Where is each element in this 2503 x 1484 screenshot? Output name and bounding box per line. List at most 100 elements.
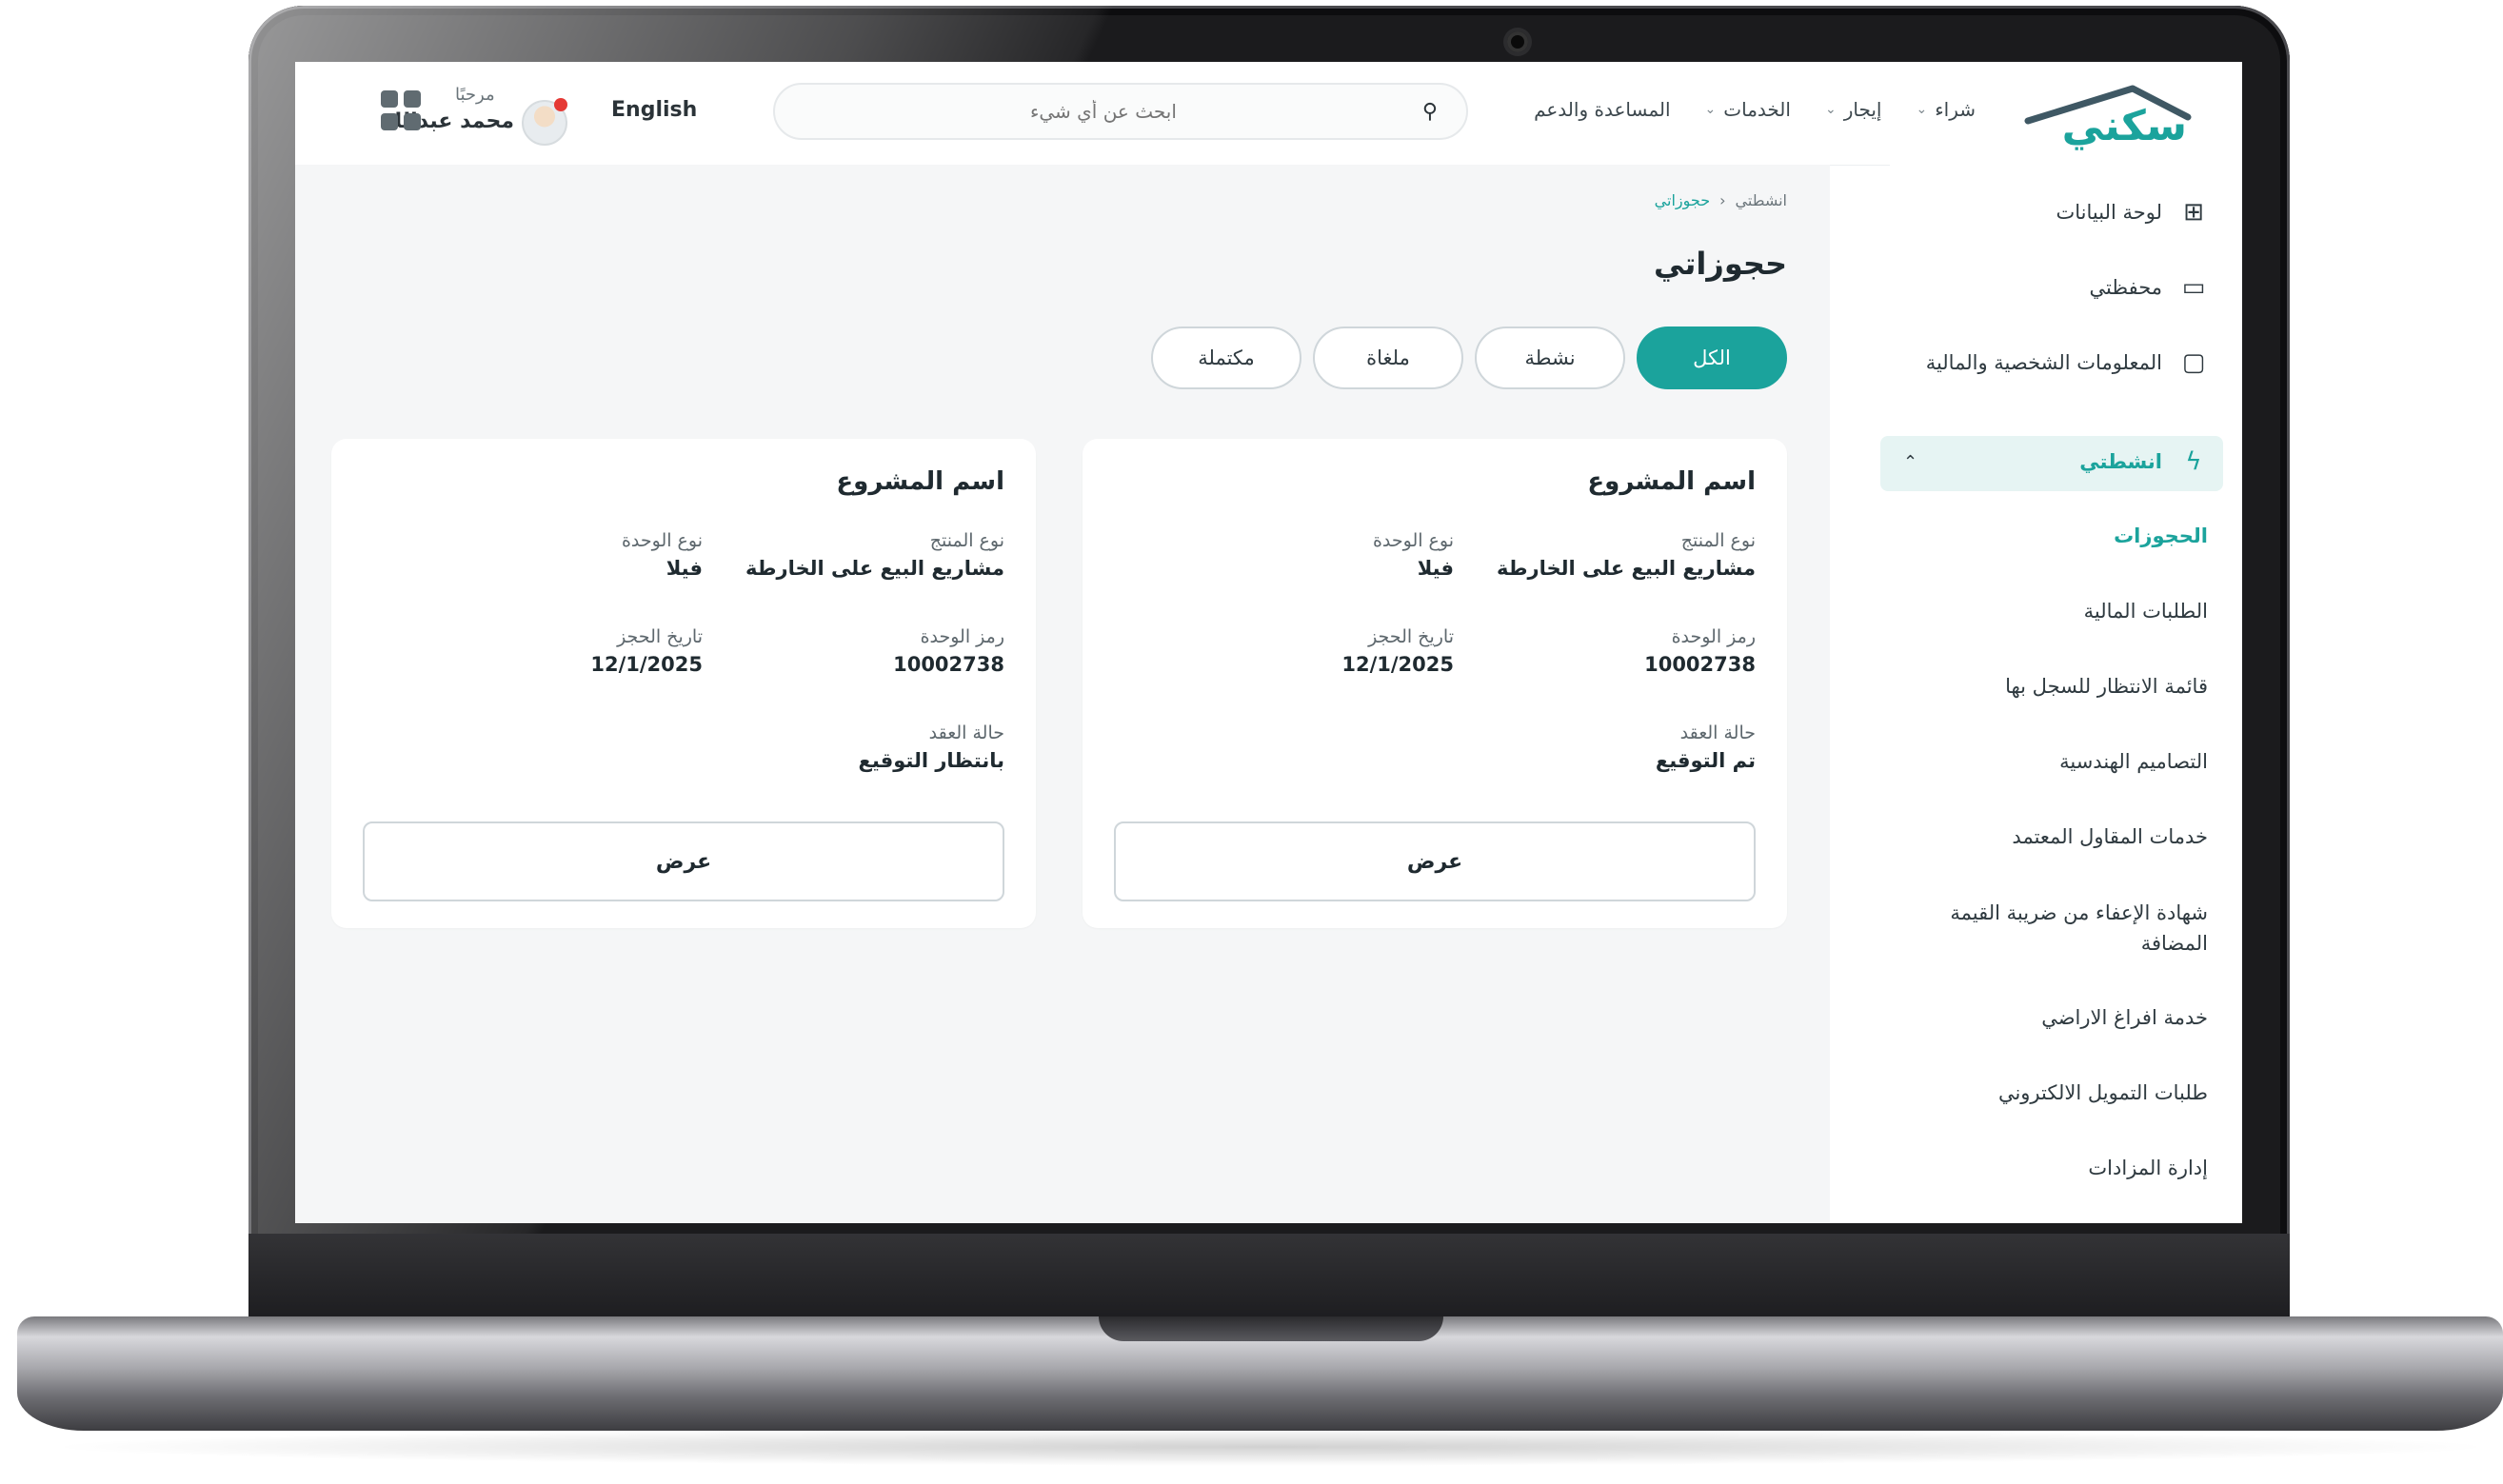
- sidebar-item-my-activities[interactable]: ϟ انشطتي ⌃: [1903, 447, 2208, 476]
- monitor-icon: ▢: [2181, 348, 2206, 377]
- booking-filters: الكل نشطة ملغاة مكتملة: [1151, 326, 1787, 389]
- sidebar-subitem-bookings[interactable]: الحجوزات: [1932, 521, 2208, 551]
- main-content: انشطتي ‹ حجوزاتي حجوزاتي الكل نشطة ملغاة…: [295, 165, 1830, 1223]
- nav-services[interactable]: الخدمات ⌄: [1705, 98, 1791, 121]
- field-label: تاريخ الحجز: [617, 626, 703, 647]
- breadcrumb-item[interactable]: انشطتي: [1736, 191, 1787, 209]
- field-label: تاريخ الحجز: [1368, 626, 1454, 647]
- project-name: اسم المشروع: [836, 467, 1004, 496]
- sidebar-item-label: انشطتي: [2079, 450, 2162, 473]
- search-input[interactable]: [804, 99, 1403, 124]
- grid-cell: [404, 90, 421, 108]
- field-value: 12/1/2025: [1341, 653, 1454, 676]
- chevron-down-icon: ⌄: [1824, 102, 1837, 117]
- nav-buy[interactable]: شراء ⌄: [1917, 98, 1977, 121]
- nav-buy-label: شراء: [1935, 98, 1976, 121]
- webcam: [1507, 31, 1528, 52]
- chevron-up-icon[interactable]: ⌃: [1903, 452, 1917, 472]
- nav-rent-label: إيجار: [1843, 98, 1882, 121]
- view-button[interactable]: عرض: [363, 821, 1004, 901]
- product-type-field: نوع المنتج مشاريع البيع على الخارطة: [1497, 530, 1756, 580]
- laptop-bottom-bezel: [248, 1234, 2290, 1319]
- field-value: فيلا: [1417, 557, 1454, 580]
- grid-icon: ⊞: [2183, 198, 2204, 227]
- chevron-down-icon: ⌄: [1916, 102, 1928, 117]
- contract-status-field: حالة العقد تم التوقيع: [1656, 722, 1756, 772]
- app-screen: سكني شراء ⌄ إيجار ⌄ الخدمات ⌄ المساعدة و…: [295, 62, 2242, 1223]
- unit-code-field: رمز الوحدة 10002738: [893, 626, 1004, 676]
- sidebar-subitem-e-financing[interactable]: طلبات التمويل الالكتروني: [1932, 1078, 2208, 1108]
- filter-cancelled[interactable]: ملغاة: [1313, 326, 1463, 389]
- field-value: تم التوقيع: [1655, 749, 1756, 772]
- booking-card: اسم المشروع نوع المنتج مشاريع البيع على …: [331, 439, 1036, 928]
- field-value: 12/1/2025: [590, 653, 703, 676]
- logo-wordmark: سكني: [2061, 102, 2187, 150]
- sidebar-item-personal-financial-info[interactable]: ▢ المعلومات الشخصية والمالية: [1926, 348, 2208, 377]
- field-value: فيلا: [665, 557, 703, 580]
- nav-services-label: الخدمات: [1723, 98, 1791, 121]
- lightning-icon: ϟ: [2185, 447, 2202, 476]
- sidebar-item-dashboard[interactable]: ⊞ لوحة البيانات: [2056, 198, 2208, 227]
- unit-code-field: رمز الوحدة 10002738: [1644, 626, 1756, 676]
- sidebar-item-label: محفظتي: [2089, 276, 2163, 299]
- filter-all[interactable]: الكل: [1637, 326, 1787, 389]
- field-label: حالة العقد: [928, 722, 1004, 743]
- contract-status-field: حالة العقد بانتظار التوقيع: [859, 722, 1004, 772]
- field-value: مشاريع البيع على الخارطة: [1497, 557, 1756, 580]
- sidebar-subitem-contractor-services[interactable]: خدمات المقاول المعتمد: [1932, 821, 2208, 852]
- main-nav: شراء ⌄ إيجار ⌄ الخدمات ⌄ المساعدة والدعم: [1534, 98, 1976, 121]
- language-toggle[interactable]: English: [611, 98, 697, 122]
- field-value: بانتظار التوقيع: [858, 749, 1004, 772]
- unit-type-field: نوع الوحدة فيلا: [1373, 530, 1454, 580]
- breadcrumb-separator-icon: ‹: [1719, 191, 1726, 209]
- booking-date-field: تاريخ الحجز 12/1/2025: [1341, 626, 1454, 676]
- sidebar-subitem-vat-exemption[interactable]: شهادة الإعفاء من ضريبة القيمة المضافة: [1941, 898, 2208, 959]
- field-label: نوع المنتج: [929, 530, 1004, 551]
- search-bar[interactable]: ⚲: [773, 83, 1468, 140]
- filter-completed[interactable]: مكتملة: [1151, 326, 1301, 389]
- nav-help-label: المساعدة والدعم: [1534, 98, 1671, 121]
- apps-grid-icon[interactable]: [381, 90, 421, 130]
- field-value: مشاريع البيع على الخارطة: [745, 557, 1004, 580]
- nav-help-support[interactable]: المساعدة والدعم: [1534, 98, 1670, 121]
- notification-dot: [554, 98, 567, 111]
- sidebar-subitem-auctions[interactable]: إدارة المزادات: [1932, 1153, 2208, 1183]
- filter-active[interactable]: نشطة: [1475, 326, 1625, 389]
- sidebar: ⊞ لوحة البيانات ▭ محفظتي ▢ المعلومات الش…: [1880, 165, 2242, 1223]
- top-header: سكني شراء ⌄ إيجار ⌄ الخدمات ⌄ المساعدة و…: [295, 62, 2242, 166]
- sidebar-subitem-engineering-designs[interactable]: التصاميم الهندسية: [1932, 746, 2208, 777]
- grid-cell: [381, 113, 398, 130]
- field-label: نوع المنتج: [1680, 530, 1756, 551]
- field-label: رمز الوحدة: [1671, 626, 1756, 647]
- sidebar-subitem-waitlist[interactable]: قائمة الانتظار للسجل بها: [1932, 671, 2208, 702]
- laptop-shadow: [38, 1428, 2503, 1466]
- sidebar-subitem-land-transfer[interactable]: خدمة افراغ الاراضي: [1932, 1002, 2208, 1033]
- field-label: نوع الوحدة: [1372, 530, 1454, 551]
- view-button[interactable]: عرض: [1114, 821, 1756, 901]
- nav-rent[interactable]: إيجار ⌄: [1825, 98, 1882, 121]
- breadcrumb-current: حجوزاتي: [1654, 191, 1711, 209]
- sidebar-item-wallet[interactable]: ▭ محفظتي: [2090, 273, 2209, 302]
- greeting-text: مرحبًا: [455, 85, 495, 105]
- field-value: 10002738: [1644, 653, 1756, 676]
- field-label: رمز الوحدة: [920, 626, 1004, 647]
- project-name: اسم المشروع: [1587, 467, 1756, 496]
- sidebar-item-label: لوحة البيانات: [2056, 201, 2162, 224]
- laptop-hinge-notch: [1099, 1316, 1443, 1341]
- chevron-down-icon: ⌄: [1704, 102, 1717, 117]
- booking-card: اسم المشروع نوع المنتج مشاريع البيع على …: [1083, 439, 1787, 928]
- product-type-field: نوع المنتج مشاريع البيع على الخارطة: [745, 530, 1004, 580]
- sakani-logo[interactable]: سكني: [2018, 81, 2195, 150]
- field-label: نوع الوحدة: [621, 530, 703, 551]
- sidebar-item-label: المعلومات الشخصية والمالية: [1925, 351, 2162, 374]
- wallet-icon: ▭: [2181, 273, 2206, 302]
- sidebar-subitem-financial-requests[interactable]: الطلبات المالية: [1932, 596, 2208, 626]
- grid-cell: [381, 90, 398, 108]
- breadcrumb: انشطتي ‹ حجوزاتي: [1655, 191, 1787, 209]
- field-label: حالة العقد: [1679, 722, 1756, 743]
- unit-type-field: نوع الوحدة فيلا: [622, 530, 703, 580]
- booking-date-field: تاريخ الحجز 12/1/2025: [590, 626, 703, 676]
- field-value: 10002738: [893, 653, 1004, 676]
- search-icon[interactable]: ⚲: [1422, 100, 1438, 124]
- page-title: حجوزاتي: [1654, 246, 1787, 282]
